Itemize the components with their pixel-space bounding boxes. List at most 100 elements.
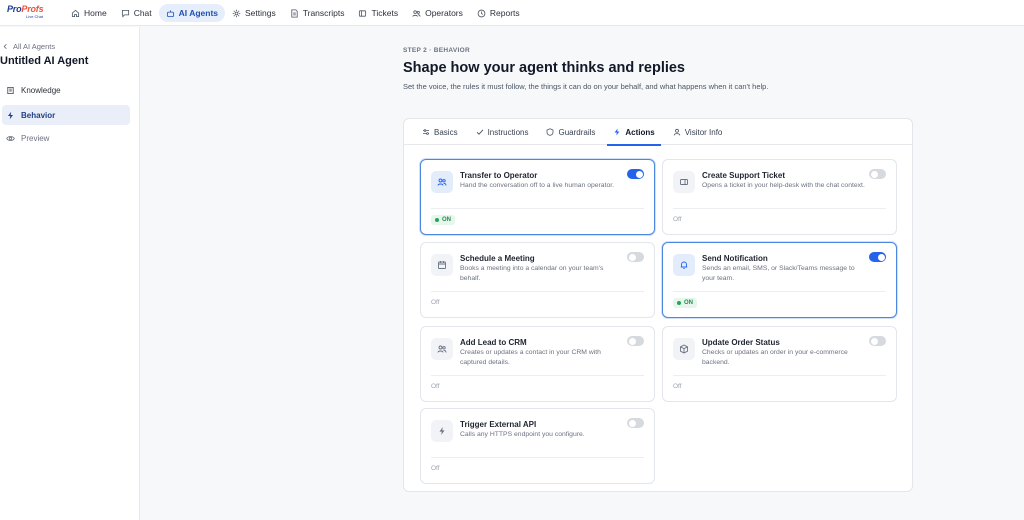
back-link-label: All AI Agents: [13, 42, 56, 51]
action-description: Creates or updates a contact in your CRM…: [460, 349, 601, 366]
logo-subtitle: Live Chat: [26, 14, 43, 19]
ticket-icon: [359, 9, 367, 17]
action-card-schedule-meeting[interactable]: Schedule a Meeting Books a meeting into …: [420, 242, 655, 318]
action-card-add-lead-crm[interactable]: Add Lead to CRM Creates or updates a con…: [420, 326, 655, 402]
step-indicator: STEP 2 · BEHAVIOR: [403, 47, 470, 54]
gear-icon: [232, 9, 241, 17]
users-icon: [437, 178, 447, 186]
lightning-icon: [7, 111, 14, 119]
document-icon: [291, 8, 298, 18]
nav-home[interactable]: Home: [64, 4, 114, 22]
book-icon: [7, 86, 14, 94]
clock-icon: [477, 9, 486, 17]
tab-basics[interactable]: Basics: [416, 119, 464, 145]
status-text: Off: [431, 383, 440, 390]
send-notification-toggle[interactable]: [869, 252, 886, 262]
nav-operators[interactable]: Operators: [405, 4, 470, 22]
action-card-send-notification[interactable]: Send Notification Sends an email, SMS, o…: [662, 242, 897, 318]
status-text: Off: [431, 465, 440, 472]
tab-instructions[interactable]: Instructions: [470, 119, 535, 145]
status-text: Off: [673, 216, 682, 223]
sidebar-item-behavior[interactable]: Behavior: [2, 105, 130, 125]
users-icon: [412, 9, 421, 17]
action-description: Opens a ticket in your help-desk with th…: [702, 182, 865, 189]
agent-name: Untitled AI Agent: [0, 55, 89, 67]
tab-label: Visitor Info: [684, 127, 723, 137]
action-title: Transfer to Operator: [460, 171, 538, 180]
action-description: Checks or updates an order in your e-com…: [702, 349, 848, 366]
action-title: Create Support Ticket: [702, 171, 785, 180]
sidebar-item-label: Preview: [21, 133, 50, 143]
action-description: Books a meeting into a calendar on your …: [460, 265, 604, 282]
nav-chat-label: Chat: [133, 8, 152, 18]
action-title: Add Lead to CRM: [460, 338, 527, 347]
eye-icon: [6, 135, 15, 141]
lightning-icon: [614, 128, 620, 136]
home-icon: [71, 9, 80, 17]
brand-logo[interactable]: ProProfs Live Chat: [7, 5, 45, 21]
agent-sidebar: All AI Agents Untitled AI Agent Knowledg…: [0, 27, 140, 520]
status-text: Off: [673, 383, 682, 390]
action-title: Schedule a Meeting: [460, 254, 535, 263]
back-to-agents-link[interactable]: All AI Agents: [2, 42, 55, 51]
nav-settings[interactable]: Settings: [225, 4, 283, 22]
top-navigation-bar: ProProfs Live Chat Home Chat AI Agents S…: [0, 0, 1024, 26]
user-icon: [673, 128, 680, 136]
action-title: Send Notification: [702, 254, 768, 263]
trigger-api-toggle[interactable]: [627, 418, 644, 428]
action-card-create-ticket[interactable]: Create Support Ticket Opens a ticket in …: [662, 159, 897, 235]
create-ticket-toggle[interactable]: [869, 169, 886, 179]
logo-text-b: Profs: [21, 4, 44, 14]
nav-reports[interactable]: Reports: [470, 4, 527, 22]
action-card-update-order[interactable]: Update Order Status Checks or updates an…: [662, 326, 897, 402]
sidebar-item-label: Knowledge: [21, 85, 61, 95]
nav-tickets[interactable]: Tickets: [351, 4, 405, 22]
nav-ai-agents-label: AI Agents: [178, 8, 219, 18]
sidebar-item-preview[interactable]: Preview: [2, 128, 130, 148]
status-badge: ON: [673, 298, 697, 308]
behavior-panel: Basics Instructions Guardrails Actions V…: [403, 118, 913, 492]
action-card-trigger-api[interactable]: Trigger External API Calls any HTTPS end…: [420, 408, 655, 484]
nav-chat[interactable]: Chat: [114, 4, 159, 22]
update-order-toggle[interactable]: [869, 336, 886, 346]
sidebar-item-label: Behavior: [21, 110, 56, 120]
sliders-icon: [423, 129, 429, 135]
tab-visitor-info[interactable]: Visitor Info: [667, 119, 729, 145]
chat-icon: [121, 9, 129, 18]
schedule-meeting-toggle[interactable]: [627, 252, 644, 262]
page-title: Shape how your agent thinks and replies: [403, 60, 685, 76]
add-lead-crm-toggle[interactable]: [627, 336, 644, 346]
tab-actions[interactable]: Actions: [607, 119, 662, 146]
action-title: Trigger External API: [460, 420, 537, 429]
tab-guardrails[interactable]: Guardrails: [540, 119, 601, 145]
lightning-icon: [439, 427, 445, 435]
behavior-tabs: Basics Instructions Guardrails Actions V…: [404, 119, 912, 146]
nav-transcripts[interactable]: Transcripts: [283, 4, 352, 22]
check-icon: [476, 129, 483, 135]
transfer-operator-toggle[interactable]: [627, 169, 644, 179]
tab-label: Instructions: [487, 127, 529, 137]
package-icon: [680, 344, 688, 354]
shield-icon: [547, 128, 554, 136]
sidebar-item-knowledge[interactable]: Knowledge: [2, 80, 130, 100]
nav-reports-label: Reports: [489, 8, 520, 18]
ticket-icon: [680, 179, 688, 185]
action-description: Hand the conversation off to a live huma…: [460, 182, 615, 189]
nav-transcripts-label: Transcripts: [302, 8, 345, 18]
nav-ai-agents[interactable]: AI Agents: [158, 4, 226, 22]
action-description: Sends an email, SMS, or Slack/Teams mess…: [702, 265, 855, 282]
action-card-transfer-operator[interactable]: Transfer to Operator Hand the conversati…: [420, 159, 655, 235]
bell-icon: [680, 261, 688, 269]
nav-operators-label: Operators: [425, 8, 463, 18]
status-text: Off: [431, 299, 440, 306]
calendar-icon: [438, 261, 446, 269]
tab-label: Guardrails: [558, 127, 596, 137]
action-description: Calls any HTTPS endpoint you configure.: [460, 431, 585, 438]
bot-icon: [166, 9, 174, 17]
logo-text-a: Pro: [7, 4, 22, 14]
action-title: Update Order Status: [702, 338, 780, 347]
page-subtitle: Set the voice, the rules it must follow,…: [403, 82, 769, 91]
nav-tickets-label: Tickets: [371, 8, 399, 18]
tab-label: Basics: [434, 127, 458, 137]
users-icon: [437, 345, 447, 353]
